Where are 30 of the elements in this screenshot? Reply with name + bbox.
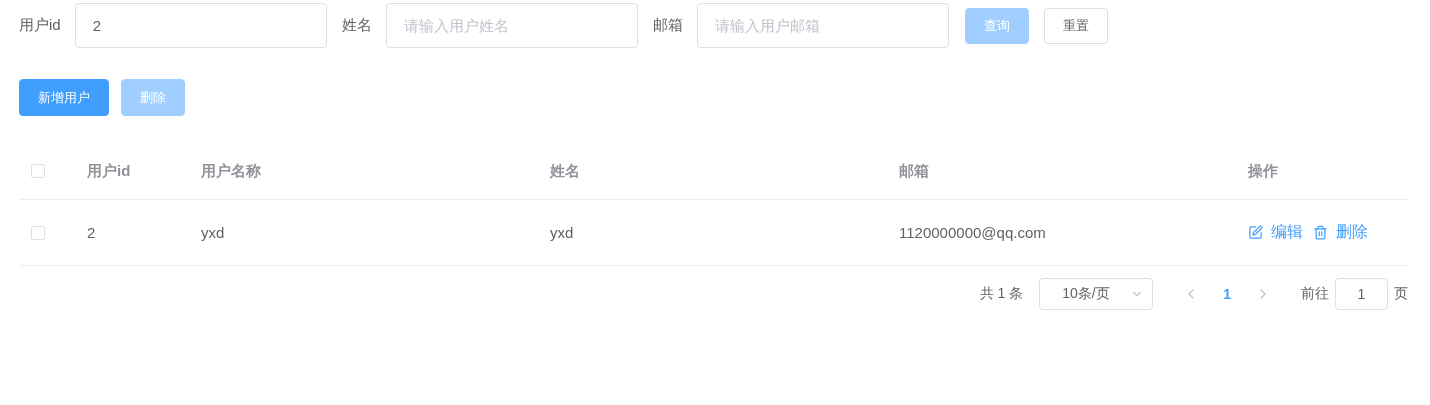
page-number[interactable]: 1 bbox=[1213, 286, 1241, 302]
field-label: 姓名 bbox=[341, 16, 372, 35]
input-field[interactable]: 请输入用户姓名 bbox=[385, 3, 638, 48]
page-suffix: 页 bbox=[1394, 285, 1408, 303]
table-cell-text: yxd bbox=[549, 224, 575, 241]
column-header: 邮箱 bbox=[898, 161, 930, 181]
table-cell-text: yxd bbox=[200, 224, 226, 241]
field-label: 邮箱 bbox=[652, 16, 683, 35]
input-field[interactable]: 2 bbox=[74, 3, 327, 48]
total-count: 共 1 条 bbox=[979, 285, 1024, 303]
checkbox[interactable] bbox=[31, 164, 45, 178]
page-input[interactable]: 1 bbox=[1335, 278, 1388, 310]
reset-button[interactable]: 重置 bbox=[1043, 7, 1108, 44]
delete-link[interactable]: 删除 bbox=[1313, 222, 1368, 243]
column-header: 用户id bbox=[86, 161, 132, 181]
edit-link[interactable]: 编辑 bbox=[1248, 222, 1303, 243]
column-header: 用户名称 bbox=[200, 161, 262, 181]
trash-icon bbox=[1313, 225, 1328, 240]
edit-icon bbox=[1248, 225, 1263, 240]
column-header: 操作 bbox=[1247, 161, 1279, 181]
table-cell-text: 1120000000@qq.com bbox=[898, 224, 1047, 241]
page-size-select[interactable]: 10条/页 bbox=[1039, 278, 1154, 310]
checkbox[interactable] bbox=[31, 225, 45, 240]
search-button[interactable]: 查询 bbox=[964, 7, 1029, 44]
column-header: 姓名 bbox=[549, 161, 581, 181]
toolbar-button[interactable]: 新增用户 bbox=[19, 79, 109, 116]
field-label: 用户id bbox=[19, 16, 61, 35]
goto-label: 前往 bbox=[1301, 285, 1329, 303]
table-cell-text: 2 bbox=[86, 224, 97, 241]
input-field[interactable]: 请输入用户邮箱 bbox=[696, 3, 949, 48]
